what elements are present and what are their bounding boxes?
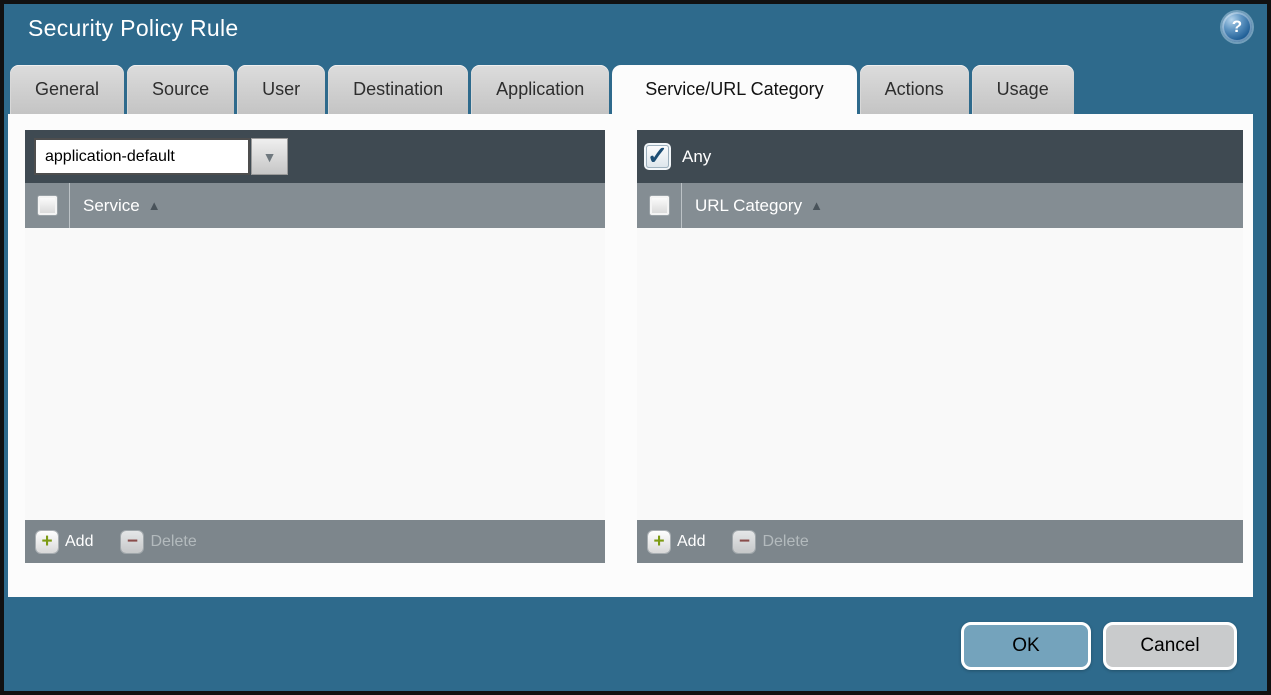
service-column-header-cell[interactable]: Service ▲: [69, 183, 161, 228]
tab-actions[interactable]: Actions: [859, 65, 969, 114]
tab-application[interactable]: Application: [471, 65, 610, 114]
delete-url-category-label: Delete: [762, 532, 809, 550]
any-checkbox[interactable]: ✓: [646, 142, 669, 170]
service-type-dropdown-value[interactable]: application-default: [34, 138, 250, 175]
add-service-button[interactable]: + Add: [36, 530, 94, 553]
url-category-panel-footer: + Add − Delete: [637, 520, 1243, 563]
service-select-all-checkbox[interactable]: [37, 196, 57, 215]
url-category-panel: ✓ Any URL Category ▲ + Add − Delete: [637, 130, 1243, 563]
sort-ascending-icon: ▲: [810, 198, 823, 213]
checkmark-icon: ✓: [647, 142, 668, 170]
url-category-column-header-cell[interactable]: URL Category ▲: [681, 183, 823, 228]
service-toolbar: application-default ▼: [25, 130, 605, 183]
add-url-category-label: Add: [677, 532, 706, 550]
dialog-title: Security Policy Rule: [28, 15, 239, 41]
help-icon[interactable]: ?: [1222, 12, 1252, 42]
plus-icon: +: [36, 530, 58, 553]
delete-service-label: Delete: [150, 532, 197, 550]
chevron-down-icon: ▼: [262, 148, 277, 165]
service-panel: application-default ▼ Service ▲ + Add − …: [25, 130, 605, 563]
tab-user[interactable]: User: [237, 65, 326, 114]
url-category-column-header: URL Category: [695, 195, 803, 215]
delete-url-category-button[interactable]: − Delete: [733, 530, 809, 553]
url-category-grid-header: URL Category ▲: [637, 183, 1243, 228]
tab-source[interactable]: Source: [127, 65, 235, 114]
tab-destination[interactable]: Destination: [328, 65, 469, 114]
minus-icon: −: [733, 530, 756, 553]
any-checkbox-label: Any: [682, 146, 712, 166]
tab-service-url-category[interactable]: Service/URL Category: [612, 65, 857, 114]
dropdown-arrow-button[interactable]: ▼: [251, 138, 288, 175]
tab-usage[interactable]: Usage: [971, 65, 1074, 114]
ok-button[interactable]: OK: [961, 622, 1091, 670]
security-policy-rule-dialog: Security Policy Rule ? General Source Us…: [0, 0, 1271, 695]
url-category-list[interactable]: [637, 228, 1243, 520]
service-column-header: Service: [83, 195, 140, 215]
service-panel-footer: + Add − Delete: [25, 520, 605, 563]
plus-icon: +: [648, 530, 670, 553]
tab-general[interactable]: General: [10, 65, 125, 114]
add-service-label: Add: [65, 532, 94, 550]
service-list[interactable]: [25, 228, 605, 520]
question-mark-glyph: ?: [1231, 17, 1243, 36]
service-select-all-cell: [25, 183, 69, 228]
dialog-content: application-default ▼ Service ▲ + Add − …: [8, 114, 1253, 597]
add-url-category-button[interactable]: + Add: [648, 530, 706, 553]
cancel-button[interactable]: Cancel: [1103, 622, 1237, 670]
sort-ascending-icon: ▲: [147, 198, 161, 213]
url-category-toolbar: ✓ Any: [637, 130, 1243, 183]
url-category-select-all-cell: [637, 183, 681, 228]
tab-bar: General Source User Destination Applicat…: [10, 65, 1074, 114]
url-category-select-all-checkbox[interactable]: [649, 196, 669, 215]
minus-icon: −: [121, 530, 144, 553]
service-grid-header: Service ▲: [25, 183, 605, 228]
delete-service-button[interactable]: − Delete: [121, 530, 197, 553]
service-type-dropdown[interactable]: application-default ▼: [34, 138, 288, 175]
